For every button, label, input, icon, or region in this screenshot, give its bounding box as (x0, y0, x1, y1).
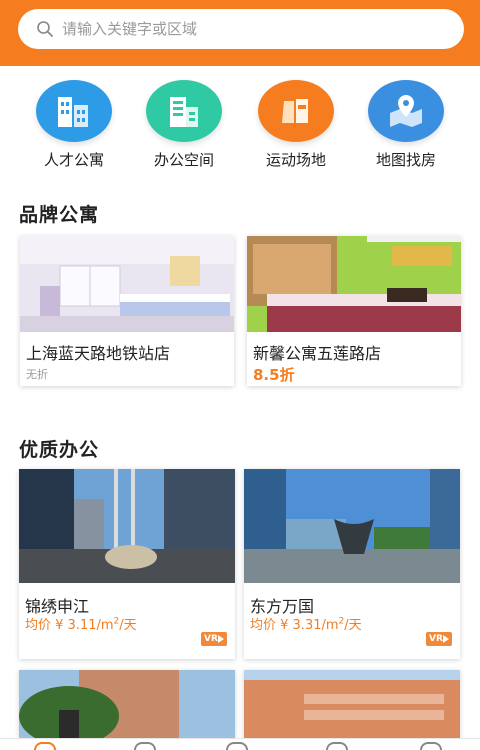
category-nav: 人才公寓 办公空间 运动场地 地图找房 (0, 80, 480, 172)
discover-tab-icon[interactable] (134, 742, 156, 750)
grid-tab-icon[interactable] (326, 742, 348, 750)
category-map-search[interactable]: 地图找房 (356, 80, 456, 170)
apartment-building-icon (36, 80, 112, 142)
office-card[interactable]: 锦绣申江 均价 ¥ 3.11/m2/天 VR (19, 469, 235, 659)
apartment-discount: 无折 (26, 368, 48, 381)
search-input[interactable] (62, 20, 422, 38)
category-talent-apartment[interactable]: 人才公寓 (24, 80, 124, 170)
office-card[interactable] (19, 670, 235, 738)
category-label: 办公空间 (153, 151, 214, 169)
category-label: 人才公寓 (43, 151, 104, 169)
home-tab-icon[interactable] (34, 742, 56, 750)
office-building-icon (146, 80, 222, 142)
profile-tab-icon[interactable] (420, 742, 442, 750)
category-sports-venue[interactable]: 运动场地 (246, 80, 346, 170)
bottom-tab-bar (0, 738, 480, 750)
header-bar (0, 0, 480, 66)
search-icon (37, 21, 53, 37)
apartment-photo (247, 236, 461, 332)
apartment-photo (20, 236, 234, 332)
office-photo (244, 469, 460, 583)
office-photo (19, 469, 235, 583)
vr-badge[interactable]: VR (201, 632, 227, 646)
search-box[interactable] (18, 9, 464, 49)
sports-venue-icon (258, 80, 334, 142)
apartment-discount: 8.5折 (253, 366, 295, 384)
section-title-brand: 品牌公寓 (19, 204, 100, 226)
office-card[interactable]: 东方万国 均价 ¥ 3.31/m2/天 VR (244, 469, 460, 659)
office-price: 均价 ¥ 3.31/m2/天 (250, 616, 362, 633)
office-photo (19, 670, 235, 738)
office-photo (244, 670, 460, 738)
apartment-card[interactable]: 新馨公寓五莲路店 8.5折 (247, 236, 461, 386)
apartment-name: 上海蓝天路地铁站店 (26, 344, 171, 363)
category-label: 地图找房 (375, 151, 436, 169)
apartment-name: 新馨公寓五莲路店 (253, 344, 382, 363)
vr-badge[interactable]: VR (426, 632, 452, 646)
office-price: 均价 ¥ 3.11/m2/天 (25, 616, 137, 633)
send-tab-icon[interactable] (226, 742, 248, 750)
category-label: 运动场地 (265, 151, 326, 169)
apartment-card[interactable]: 上海蓝天路地铁站店 无折 (20, 236, 234, 386)
map-pin-icon (368, 80, 444, 142)
category-office-space[interactable]: 办公空间 (134, 80, 234, 170)
office-card[interactable] (244, 670, 460, 738)
section-title-office: 优质办公 (19, 439, 100, 461)
